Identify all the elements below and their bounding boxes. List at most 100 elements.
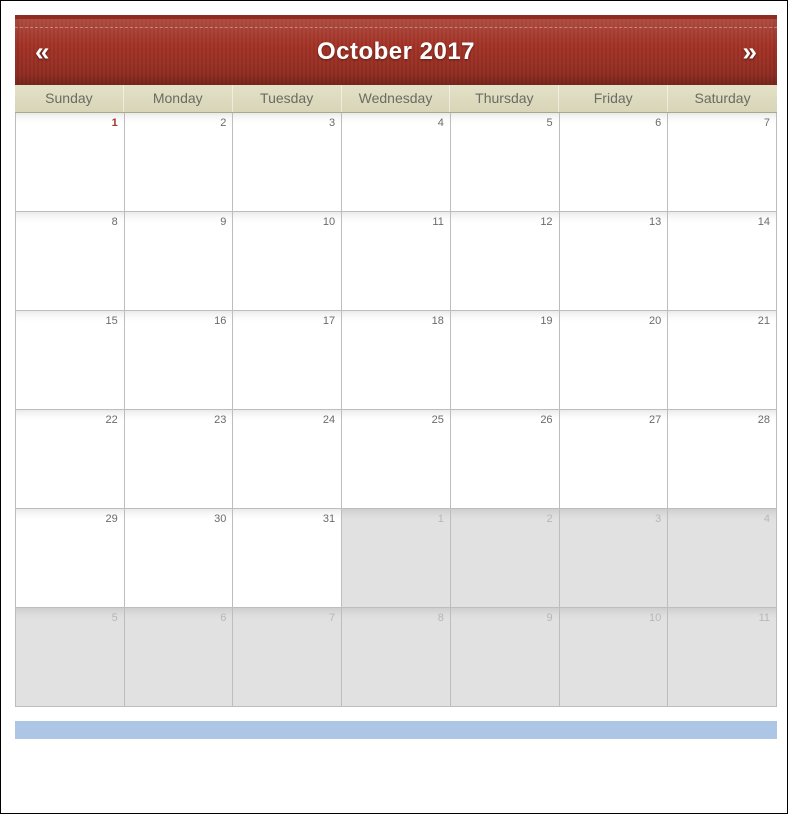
day-cell[interactable]: 13 xyxy=(560,212,669,311)
day-number: 5 xyxy=(546,117,552,129)
day-cell[interactable]: 7 xyxy=(233,608,342,707)
day-number: 2 xyxy=(546,513,552,525)
prev-month-button[interactable]: « xyxy=(21,31,63,74)
day-cell[interactable]: 24 xyxy=(233,410,342,509)
day-cell[interactable]: 6 xyxy=(560,113,669,212)
day-number: 26 xyxy=(540,414,552,426)
day-cell[interactable]: 6 xyxy=(125,608,234,707)
day-cell[interactable]: 4 xyxy=(668,509,777,608)
day-cell[interactable]: 18 xyxy=(342,311,451,410)
day-cell[interactable]: 16 xyxy=(125,311,234,410)
weekday-header: Tuesday xyxy=(233,85,342,112)
calendar-header: « October 2017 » xyxy=(15,15,777,85)
calendar: « October 2017 » Sunday Monday Tuesday W… xyxy=(15,15,777,707)
day-number: 25 xyxy=(432,414,444,426)
day-cell[interactable]: 25 xyxy=(342,410,451,509)
day-cell[interactable]: 17 xyxy=(233,311,342,410)
day-cell[interactable]: 3 xyxy=(560,509,669,608)
day-cell[interactable]: 2 xyxy=(125,113,234,212)
day-cell[interactable]: 11 xyxy=(668,608,777,707)
day-number: 11 xyxy=(759,612,770,624)
day-number: 4 xyxy=(438,117,444,129)
day-number: 1 xyxy=(112,117,118,129)
day-number: 1 xyxy=(438,513,444,525)
day-cell[interactable]: 20 xyxy=(560,311,669,410)
day-cell[interactable]: 30 xyxy=(125,509,234,608)
day-cell[interactable]: 21 xyxy=(668,311,777,410)
day-cell[interactable]: 5 xyxy=(451,113,560,212)
day-cell[interactable]: 23 xyxy=(125,410,234,509)
day-cell[interactable]: 27 xyxy=(560,410,669,509)
day-number: 10 xyxy=(649,612,661,624)
weekday-header: Friday xyxy=(559,85,668,112)
day-cell[interactable]: 5 xyxy=(16,608,125,707)
day-number: 11 xyxy=(432,216,443,228)
day-number: 28 xyxy=(758,414,770,426)
day-cell[interactable]: 11 xyxy=(342,212,451,311)
weekday-header: Monday xyxy=(124,85,233,112)
day-number: 9 xyxy=(546,612,552,624)
day-number: 7 xyxy=(764,117,770,129)
weekday-header: Thursday xyxy=(450,85,559,112)
day-cell[interactable]: 7 xyxy=(668,113,777,212)
day-cell[interactable]: 15 xyxy=(16,311,125,410)
weekday-header-row: Sunday Monday Tuesday Wednesday Thursday… xyxy=(15,85,777,113)
day-number: 6 xyxy=(655,117,661,129)
scroll-content: « October 2017 » Sunday Monday Tuesday W… xyxy=(15,15,779,801)
day-cell[interactable]: 8 xyxy=(16,212,125,311)
weekday-header: Wednesday xyxy=(342,85,451,112)
footer-strip xyxy=(15,721,777,739)
day-number: 24 xyxy=(323,414,335,426)
day-cell[interactable]: 3 xyxy=(233,113,342,212)
day-number: 2 xyxy=(220,117,226,129)
scroll-pane[interactable]: « October 2017 » Sunday Monday Tuesday W… xyxy=(15,15,779,801)
day-number: 15 xyxy=(105,315,117,327)
day-number: 21 xyxy=(758,315,770,327)
day-cell[interactable]: 4 xyxy=(342,113,451,212)
day-number: 7 xyxy=(329,612,335,624)
day-number: 5 xyxy=(112,612,118,624)
day-number: 3 xyxy=(655,513,661,525)
day-cell[interactable]: 29 xyxy=(16,509,125,608)
day-number: 27 xyxy=(649,414,661,426)
day-cell[interactable]: 10 xyxy=(560,608,669,707)
day-cell[interactable]: 26 xyxy=(451,410,560,509)
day-number: 31 xyxy=(323,513,335,525)
day-cell[interactable]: 9 xyxy=(125,212,234,311)
day-number: 16 xyxy=(214,315,226,327)
day-number: 13 xyxy=(649,216,661,228)
weekday-header: Sunday xyxy=(15,85,124,112)
day-cell[interactable]: 1 xyxy=(342,509,451,608)
day-number: 23 xyxy=(214,414,226,426)
day-number: 10 xyxy=(323,216,335,228)
day-number: 8 xyxy=(112,216,118,228)
calendar-title: October 2017 xyxy=(317,38,475,66)
day-cell[interactable]: 28 xyxy=(668,410,777,509)
day-cell[interactable]: 31 xyxy=(233,509,342,608)
app-frame: « October 2017 » Sunday Monday Tuesday W… xyxy=(0,0,788,814)
day-cell[interactable]: 1 xyxy=(16,113,125,212)
day-number: 12 xyxy=(540,216,552,228)
day-number: 8 xyxy=(438,612,444,624)
day-number: 19 xyxy=(540,315,552,327)
day-cell[interactable]: 9 xyxy=(451,608,560,707)
calendar-grid: 1234567891011121314151617181920212223242… xyxy=(15,113,777,707)
day-cell[interactable]: 2 xyxy=(451,509,560,608)
day-cell[interactable]: 8 xyxy=(342,608,451,707)
day-number: 17 xyxy=(323,315,335,327)
day-number: 4 xyxy=(764,513,770,525)
weekday-header: Saturday xyxy=(668,85,777,112)
day-number: 29 xyxy=(105,513,117,525)
day-number: 30 xyxy=(214,513,226,525)
next-month-button[interactable]: » xyxy=(729,31,771,74)
day-cell[interactable]: 22 xyxy=(16,410,125,509)
day-number: 14 xyxy=(758,216,770,228)
day-number: 20 xyxy=(649,315,661,327)
day-number: 3 xyxy=(329,117,335,129)
day-cell[interactable]: 12 xyxy=(451,212,560,311)
day-cell[interactable]: 19 xyxy=(451,311,560,410)
day-cell[interactable]: 10 xyxy=(233,212,342,311)
day-number: 9 xyxy=(220,216,226,228)
day-cell[interactable]: 14 xyxy=(668,212,777,311)
day-number: 6 xyxy=(220,612,226,624)
